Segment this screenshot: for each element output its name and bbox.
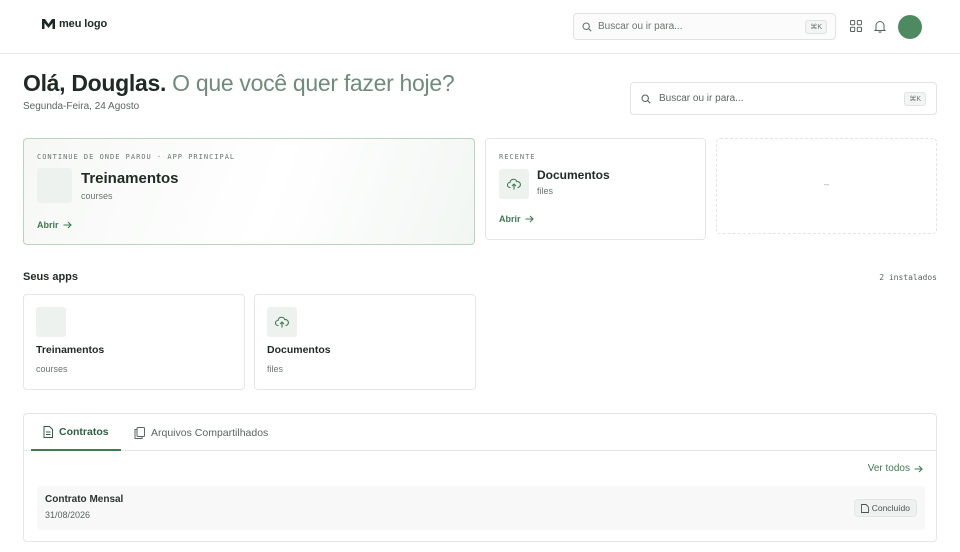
continue-open-link[interactable]: Abrir (37, 220, 72, 230)
tab-label: Arquivos Compartilhados (151, 426, 269, 439)
app-card-title: Treinamentos (36, 344, 105, 356)
recent-open-link[interactable]: Abrir (499, 214, 534, 224)
arrow-right-icon (63, 221, 72, 229)
app-card-documentos[interactable]: Documentos files (254, 294, 476, 390)
see-all-label: Ver todos (867, 463, 910, 474)
main-search-placeholder: Buscar ou ir para... (659, 93, 744, 104)
grid-icon[interactable] (850, 20, 862, 32)
documents-panel: Contratos Arquivos Compartilhados Ver to… (23, 413, 937, 542)
logo-text: meu logo (59, 18, 108, 30)
search-icon (582, 21, 592, 32)
arrow-right-icon (914, 465, 923, 472)
top-search-input[interactable]: Buscar ou ir para... ⌘K (573, 13, 836, 40)
tab-contratos[interactable]: Contratos (31, 414, 121, 451)
document-icon (43, 425, 53, 438)
cloud-upload-icon (275, 316, 289, 328)
open-link-label: Abrir (499, 214, 521, 224)
continue-card[interactable]: CONTINUE DE ONDE PAROU · APP PRINCIPAL T… (23, 138, 475, 245)
recent-app-title: Documentos (537, 168, 610, 182)
open-link-label: Abrir (37, 220, 59, 230)
greeting-question: O que você quer fazer hoje? (172, 70, 455, 96)
continue-eyebrow: CONTINUE DE ONDE PAROU · APP PRINCIPAL (37, 153, 236, 161)
bell-icon[interactable] (874, 20, 886, 33)
recent-card[interactable]: RECENTE Documentos files Abrir (485, 138, 706, 240)
empty-slot-text: – (823, 179, 829, 189)
current-date: Segunda-Feira, 24 Agosto (23, 101, 140, 112)
status-badge: Concluído (853, 499, 917, 517)
top-search-placeholder: Buscar ou ir para... (598, 21, 683, 32)
copy-files-icon (134, 426, 145, 439)
greeting-name: Olá, Douglas. (23, 70, 167, 96)
arrow-right-icon (525, 215, 534, 223)
tab-label: Contratos (59, 425, 109, 438)
app-card-slug: files (267, 364, 284, 374)
app-thumbnail (36, 307, 66, 337)
logo-mark-icon (42, 19, 55, 29)
main-search-input[interactable]: Buscar ou ir para... ⌘K (630, 82, 937, 115)
search-icon (641, 93, 651, 104)
document-icon (860, 503, 869, 513)
contract-name: Contrato Mensal (45, 494, 124, 505)
tab-arquivos-compartilhados[interactable]: Arquivos Compartilhados (122, 414, 280, 451)
apps-installed-count: 2 instalados (879, 273, 937, 282)
table-row[interactable]: Contrato Mensal 31/08/2026 Concluído (37, 486, 925, 530)
brand-logo[interactable]: meu logo (42, 18, 107, 30)
app-thumbnail (37, 168, 72, 203)
empty-slot-card: – (716, 138, 937, 234)
recent-app-slug: files (537, 186, 554, 196)
app-thumbnail (267, 307, 297, 337)
apps-section-title: Seus apps (23, 271, 79, 283)
continue-app-slug: courses (81, 191, 113, 201)
app-card-slug: courses (36, 364, 68, 374)
panel-tabs: Contratos Arquivos Compartilhados (24, 414, 936, 451)
app-card-title: Documentos (267, 344, 331, 356)
see-all-link[interactable]: Ver todos (868, 463, 923, 474)
user-avatar[interactable] (898, 15, 922, 39)
main-search-shortcut: ⌘K (904, 91, 926, 106)
app-card-treinamentos[interactable]: Treinamentos courses (23, 294, 245, 390)
status-text: Concluído (871, 503, 910, 513)
top-search-shortcut: ⌘K (805, 19, 827, 34)
app-thumbnail (499, 169, 529, 199)
recent-eyebrow: RECENTE (499, 153, 536, 161)
continue-app-title: Treinamentos (81, 170, 179, 187)
contract-date: 31/08/2026 (45, 510, 91, 520)
cloud-upload-icon (507, 178, 521, 190)
top-navigation-bar: meu logo Buscar ou ir para... ⌘K (0, 0, 960, 54)
page-greeting: Olá, Douglas. O que você quer fazer hoje… (23, 70, 455, 97)
